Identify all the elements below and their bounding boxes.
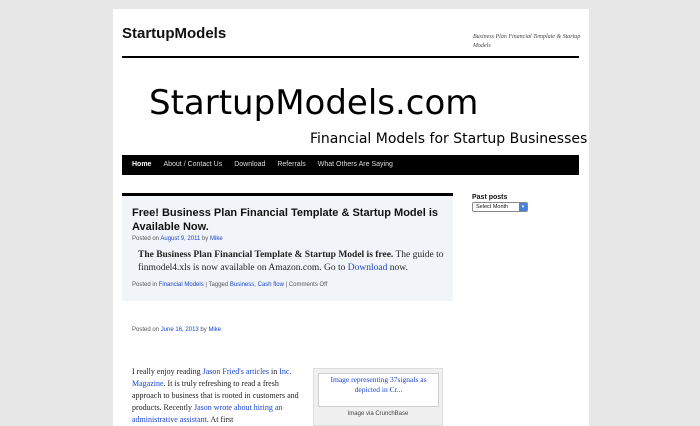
post-body: The Business Plan Financial Template & S…	[138, 249, 448, 275]
post2-author-link[interactable]: Mike	[208, 327, 221, 333]
post2-date-link[interactable]: June 16, 2013	[161, 327, 199, 333]
sidebar-archive-title: Past posts	[472, 194, 508, 201]
post2-text: I really enjoy reading	[132, 367, 203, 376]
post2-text: in	[268, 367, 280, 376]
post2-body: I really enjoy reading Jason Fried's art…	[132, 366, 304, 426]
header-rule	[122, 56, 579, 58]
site-description: Business Plan Financial Template & Start…	[473, 34, 581, 49]
nav-download[interactable]: Download	[228, 155, 271, 175]
tag-separator: ,	[254, 282, 256, 288]
banner-sub-text: Financial Models for Startup Businesses	[310, 131, 588, 147]
main-nav: Home About / Contact Us Download Referra…	[122, 155, 579, 175]
jason-fried-articles-link[interactable]: Jason Fried's articles	[203, 367, 269, 376]
tag-link-business[interactable]: Business	[230, 282, 254, 288]
post-body-end: now.	[387, 263, 408, 273]
post-body-bold: The Business Plan Financial Template & S…	[138, 250, 394, 260]
posted-in-label: Posted in	[132, 282, 158, 288]
post-meta: Posted on August 9, 2011 by Mike	[132, 236, 223, 242]
banner-main-text: StartupModels.com	[149, 83, 479, 123]
nav-referrals[interactable]: Referrals	[271, 155, 311, 175]
posted-on-label: Posted on	[132, 327, 160, 333]
tagged-label: | Tagged	[205, 282, 229, 288]
archive-select[interactable]: Select Month ▾	[472, 202, 528, 212]
nav-about[interactable]: About / Contact Us	[157, 155, 228, 175]
post2-text: . At first	[206, 415, 234, 424]
by-label: by	[200, 327, 207, 333]
tag-link-cashflow[interactable]: Cash flow	[258, 282, 284, 288]
posted-on-label: Posted on	[132, 236, 160, 242]
nav-home[interactable]: Home	[122, 155, 157, 175]
image-placeholder[interactable]: Image representing 37signals as depicted…	[318, 373, 439, 407]
post-title[interactable]: Free! Business Plan Financial Template &…	[132, 206, 442, 234]
page: StartupModels Business Plan Financial Te…	[113, 9, 589, 426]
sticky-post: Free! Business Plan Financial Template &…	[122, 193, 453, 301]
comments-status: | Comments Off	[285, 282, 328, 288]
author-link[interactable]: Mike	[210, 236, 223, 242]
category-link[interactable]: Financial Models	[159, 282, 204, 288]
post-date-link[interactable]: August 9, 2011	[160, 236, 200, 242]
chevron-down-icon[interactable]: ▾	[519, 203, 527, 211]
image-figure: Image representing 37signals as depicted…	[313, 368, 443, 426]
download-link[interactable]: Download	[348, 263, 388, 273]
post2-meta: Posted on June 16, 2013 by Mike	[132, 327, 221, 333]
post-footer: Posted in Financial Models | Tagged Busi…	[132, 282, 327, 288]
image-caption: Image via CrunchBase	[347, 411, 409, 417]
nav-testimonials[interactable]: What Others Are Saying	[312, 155, 399, 175]
site-title[interactable]: StartupModels	[122, 25, 226, 42]
header-banner[interactable]: StartupModels.com Financial Models for S…	[122, 61, 587, 155]
by-label: by	[201, 236, 209, 242]
archive-select-value: Select Month	[476, 204, 509, 210]
